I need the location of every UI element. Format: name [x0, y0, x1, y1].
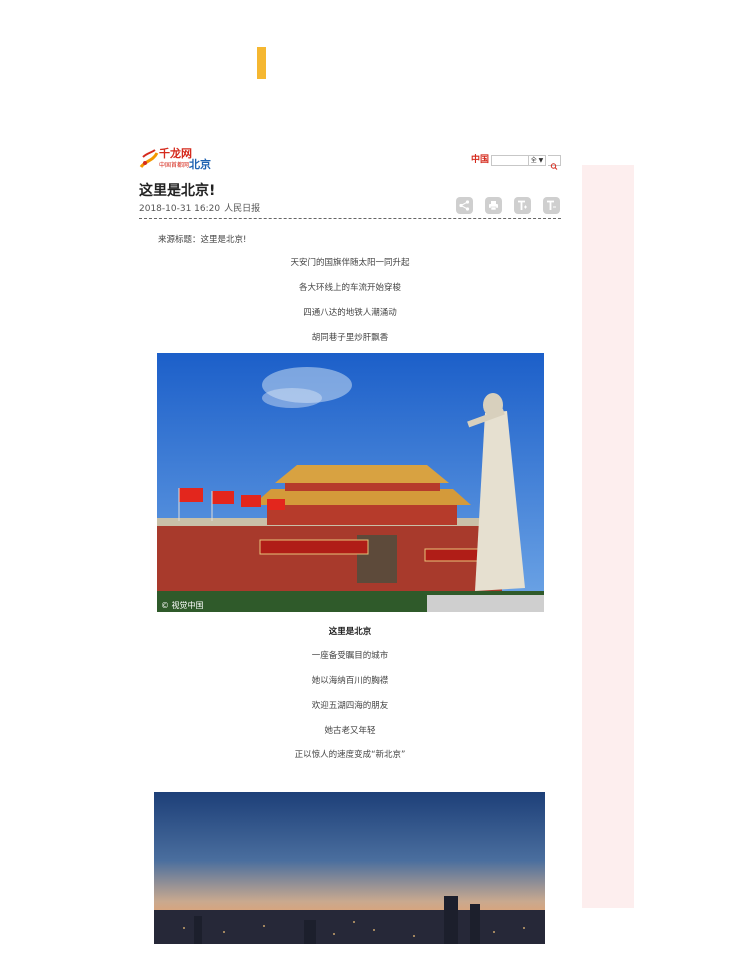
article-title: 这里是北京! [139, 183, 216, 199]
article-tools [456, 197, 560, 214]
body-line: 她以海纳百川的胸襟 [311, 676, 389, 686]
photo-caption: 这里是北京 [328, 627, 372, 637]
title-divider [139, 218, 561, 219]
intro-line: 天安门的国旗伴随太阳一同升起 [290, 258, 410, 268]
logo-name: 千龙网 [159, 147, 192, 160]
photo-watermark: © 视觉中国 [161, 600, 204, 610]
article-date: 2018-10-31 16:20 [139, 204, 221, 214]
font-smaller-button[interactable] [543, 197, 560, 214]
intro-line: 四通八达的地铁人潮涌动 [303, 308, 397, 318]
font-smaller-icon [547, 200, 556, 210]
side-panel [582, 165, 634, 908]
body-line: 她古老又年轻 [324, 726, 376, 736]
font-larger-icon [518, 200, 527, 210]
body-line: 正以惊人的速度变成“新北京” [294, 750, 406, 760]
print-icon [489, 201, 498, 211]
search-button[interactable] [548, 154, 561, 170]
font-larger-button[interactable] [514, 197, 531, 214]
tiananmen-image: © 视觉中国 [157, 353, 544, 612]
article-meta: 2018-10-31 16:20 人民日报 [139, 201, 264, 214]
share-button[interactable] [456, 197, 473, 214]
tiananmen-photo: © 视觉中国 [157, 353, 544, 612]
dragon-logo-icon [139, 149, 159, 168]
article-source: 人民日报 [224, 204, 261, 214]
site-logo[interactable]: 千龙网 中国首都网 北京 [139, 145, 219, 175]
china-mark: 中国 [470, 155, 489, 165]
search-icon [550, 162, 558, 170]
source-title-line: 来源标题：这里是北京! [158, 235, 247, 245]
share-icon [459, 200, 470, 211]
accent-bar [257, 47, 266, 79]
city-night-photo [154, 792, 545, 944]
logo-city: 北京 [189, 158, 211, 171]
intro-line: 胡同巷子里炒肝飘香 [311, 333, 389, 343]
print-button[interactable] [485, 197, 502, 214]
site-search: 中国 全 ▼ [470, 154, 561, 170]
logo-subtitle: 中国首都网 [159, 162, 190, 169]
article-page: 千龙网 中国首都网 北京 中国 全 ▼ [139, 143, 561, 179]
site-header: 千龙网 中国首都网 北京 中国 全 ▼ [139, 143, 561, 179]
search-scope-select[interactable]: 全 ▼ [529, 154, 546, 166]
body-line: 欢迎五湖四海的朋友 [311, 701, 389, 711]
city-skyline-image [154, 792, 545, 944]
body-line: 一座备受瞩目的城市 [311, 651, 389, 661]
search-input[interactable] [491, 154, 529, 166]
intro-line: 各大环线上的车流开始穿梭 [298, 283, 401, 293]
